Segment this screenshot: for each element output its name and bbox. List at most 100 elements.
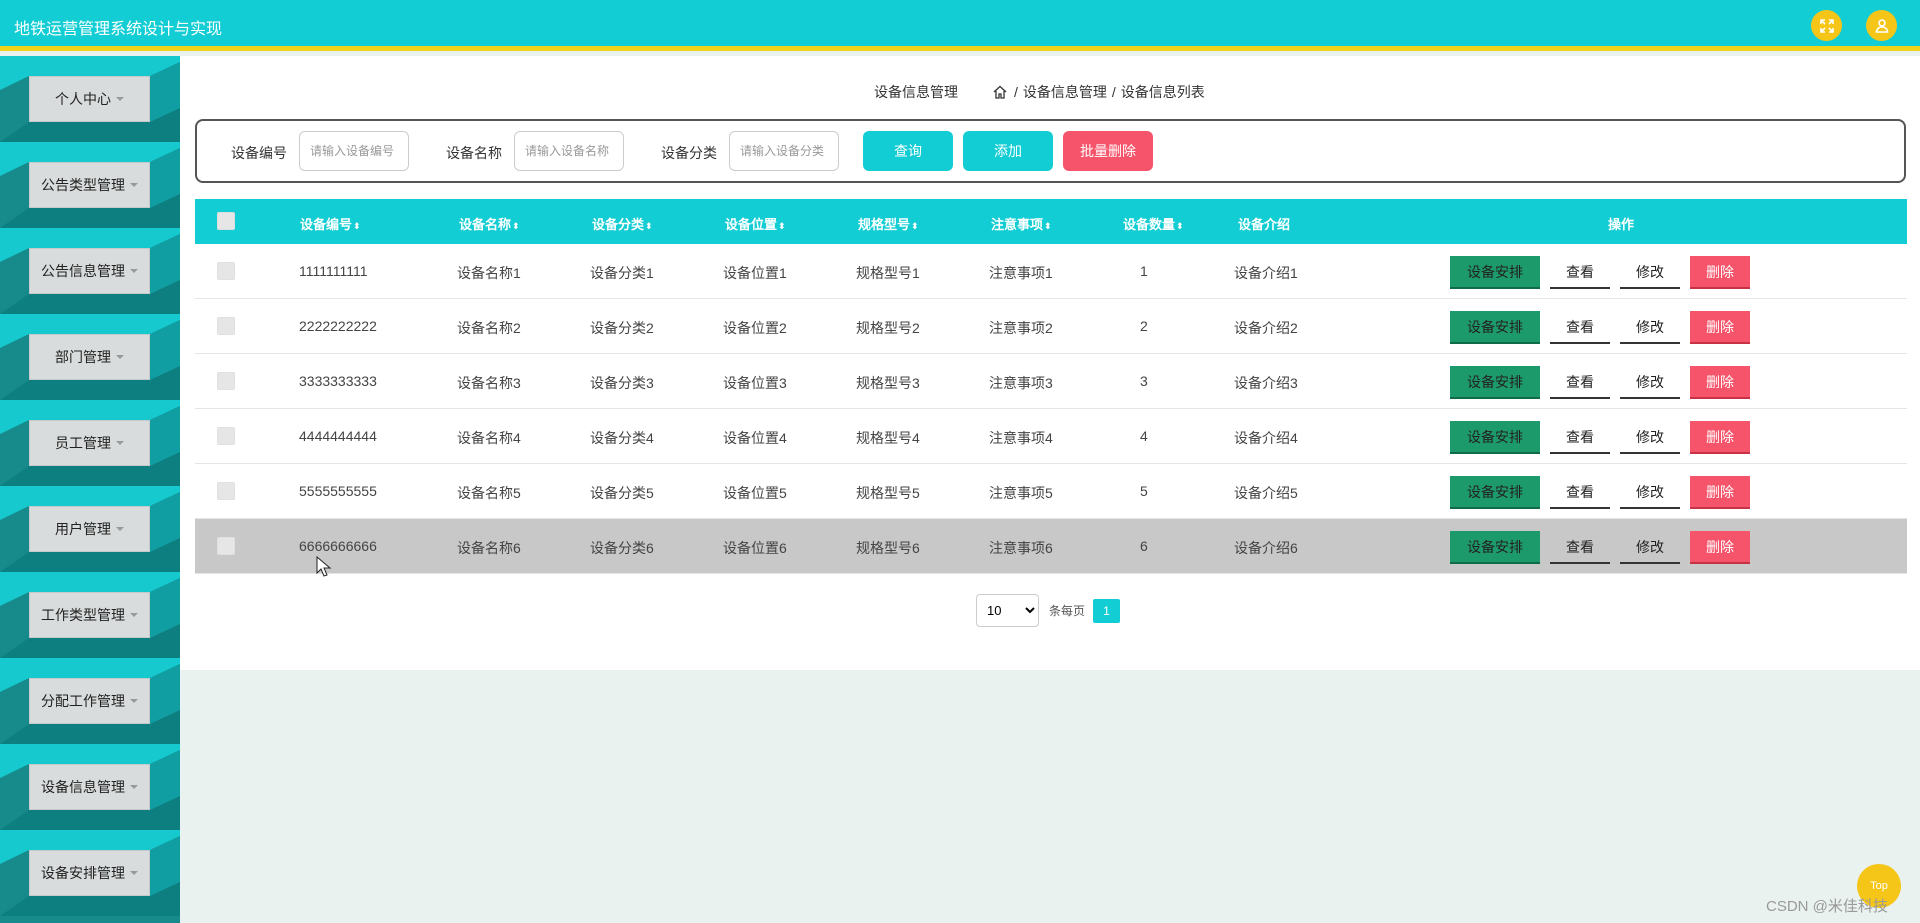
edit-button[interactable]: 修改 [1620, 476, 1680, 509]
edit-button[interactable]: 修改 [1620, 531, 1680, 564]
cell-intro: 设备介绍6 [1234, 540, 1298, 556]
cell-category: 设备分类2 [590, 320, 654, 336]
sidebar-item[interactable]: 个人中心 [0, 56, 180, 142]
column-header[interactable]: 设备编号⬍ [300, 214, 361, 233]
sidebar-item-button[interactable]: 分配工作管理 [29, 678, 150, 724]
delete-button[interactable]: 删除 [1690, 421, 1750, 454]
sidebar-item[interactable]: 用户管理 [0, 486, 180, 572]
view-button[interactable]: 查看 [1550, 421, 1610, 454]
sort-icon[interactable]: ⬍ [778, 221, 786, 231]
page-number-current[interactable]: 1 [1093, 598, 1121, 623]
query-button[interactable]: 查询 [863, 131, 953, 171]
view-button[interactable]: 查看 [1550, 366, 1610, 399]
cell-category: 设备分类3 [590, 375, 654, 391]
sidebar-item-button[interactable]: 工作类型管理 [29, 592, 150, 638]
sidebar-item[interactable]: 分配工作管理 [0, 658, 180, 744]
sidebar-item[interactable]: 设备信息管理 [0, 744, 180, 830]
column-header[interactable]: 设备数量⬍ [1123, 214, 1184, 233]
page-size-select[interactable]: 10 [976, 594, 1039, 627]
home-icon[interactable] [992, 84, 1008, 100]
table-row: 5555555555 设备名称5 设备分类5 设备位置5 规格型号5 注意事项5 5 设备介绍… [195, 464, 1907, 519]
edit-button[interactable]: 修改 [1620, 366, 1680, 399]
sidebar-item-button[interactable]: 个人中心 [29, 76, 150, 122]
column-header-label: 设备编号 [300, 217, 353, 232]
cell-name: 设备名称5 [457, 485, 521, 501]
arrange-button[interactable]: 设备安排 [1450, 256, 1540, 289]
view-button[interactable]: 查看 [1550, 476, 1610, 509]
sidebar-item-button[interactable]: 公告类型管理 [29, 162, 150, 208]
sidebar-item[interactable]: 员工管理 [0, 400, 180, 486]
select-all-checkbox[interactable] [217, 212, 235, 230]
sidebar-item-button[interactable]: 公告信息管理 [29, 248, 150, 294]
cell-location: 设备位置4 [723, 430, 787, 446]
column-header[interactable]: 设备名称⬍ [459, 214, 520, 233]
edit-button[interactable]: 修改 [1620, 421, 1680, 454]
arrange-button[interactable]: 设备安排 [1450, 476, 1540, 509]
delete-button[interactable]: 删除 [1690, 366, 1750, 399]
column-header-label: 设备介绍 [1238, 217, 1291, 232]
name-input[interactable] [514, 131, 624, 171]
cell-category: 设备分类5 [590, 485, 654, 501]
sidebar-item-label: 工作类型管理 [41, 607, 125, 623]
sidebar-item[interactable]: 设备安排管理 [0, 830, 180, 916]
sort-icon[interactable]: ⬍ [911, 221, 919, 231]
arrange-button[interactable]: 设备安排 [1450, 531, 1540, 564]
cell-code: 6666666666 [299, 538, 377, 554]
sidebar-item-button[interactable]: 员工管理 [29, 420, 150, 466]
sidebar-item[interactable]: 公告类型管理 [0, 142, 180, 228]
view-button[interactable]: 查看 [1550, 531, 1610, 564]
cell-category: 设备分类1 [590, 265, 654, 281]
row-checkbox[interactable] [217, 482, 235, 500]
row-checkbox[interactable] [217, 427, 235, 445]
sidebar-item[interactable]: 工作类型管理 [0, 572, 180, 658]
batch-delete-button[interactable]: 批量删除 [1063, 131, 1153, 171]
column-header[interactable]: 设备分类⬍ [592, 214, 653, 233]
sort-icon[interactable]: ⬍ [512, 221, 520, 231]
delete-button[interactable]: 删除 [1690, 256, 1750, 289]
sidebar-item[interactable]: 部门管理 [0, 314, 180, 400]
column-header[interactable]: 规格型号⬍ [858, 214, 919, 233]
row-checkbox[interactable] [217, 372, 235, 390]
caret-down-icon [130, 183, 138, 187]
sidebar-item-button[interactable]: 设备安排管理 [29, 850, 150, 896]
cell-qty: 6 [1140, 538, 1148, 554]
cell-qty: 1 [1140, 263, 1148, 279]
row-checkbox[interactable] [217, 262, 235, 280]
sidebar-item-button[interactable]: 部门管理 [29, 334, 150, 380]
arrange-button[interactable]: 设备安排 [1450, 366, 1540, 399]
row-checkbox[interactable] [217, 537, 235, 555]
edit-button[interactable]: 修改 [1620, 256, 1680, 289]
cell-name: 设备名称6 [457, 540, 521, 556]
sidebar-item-label: 部门管理 [55, 349, 111, 365]
category-input[interactable] [729, 131, 839, 171]
delete-button[interactable]: 删除 [1690, 476, 1750, 509]
row-checkbox[interactable] [217, 317, 235, 335]
delete-button[interactable]: 删除 [1690, 531, 1750, 564]
caret-down-icon [130, 699, 138, 703]
sidebar-item-button[interactable]: 用户管理 [29, 506, 150, 552]
view-button[interactable]: 查看 [1550, 311, 1610, 344]
column-header: 设备介绍 [1238, 214, 1290, 233]
cell-category: 设备分类6 [590, 540, 654, 556]
column-header-label: 设备分类 [592, 217, 645, 232]
breadcrumb-level1[interactable]: 设备信息管理 [1023, 82, 1107, 102]
sort-icon[interactable]: ⬍ [645, 221, 653, 231]
arrange-button[interactable]: 设备安排 [1450, 311, 1540, 344]
column-header[interactable]: 设备位置⬍ [725, 214, 786, 233]
add-button[interactable]: 添加 [963, 131, 1053, 171]
view-button[interactable]: 查看 [1550, 256, 1610, 289]
edit-button[interactable]: 修改 [1620, 311, 1680, 344]
sidebar-item-button[interactable]: 设备信息管理 [29, 764, 150, 810]
cell-qty: 5 [1140, 483, 1148, 499]
fullscreen-button[interactable] [1811, 10, 1842, 41]
sidebar-item[interactable]: 公告信息管理 [0, 228, 180, 314]
table-row: 4444444444 设备名称4 设备分类4 设备位置4 规格型号4 注意事项4 4 设备介绍… [195, 409, 1907, 464]
delete-button[interactable]: 删除 [1690, 311, 1750, 344]
arrange-button[interactable]: 设备安排 [1450, 421, 1540, 454]
sort-icon[interactable]: ⬍ [1044, 221, 1052, 231]
code-input[interactable] [299, 131, 409, 171]
sort-icon[interactable]: ⬍ [353, 221, 361, 231]
user-button[interactable] [1866, 10, 1897, 41]
column-header[interactable]: 注意事项⬍ [991, 214, 1052, 233]
sort-icon[interactable]: ⬍ [1176, 221, 1184, 231]
